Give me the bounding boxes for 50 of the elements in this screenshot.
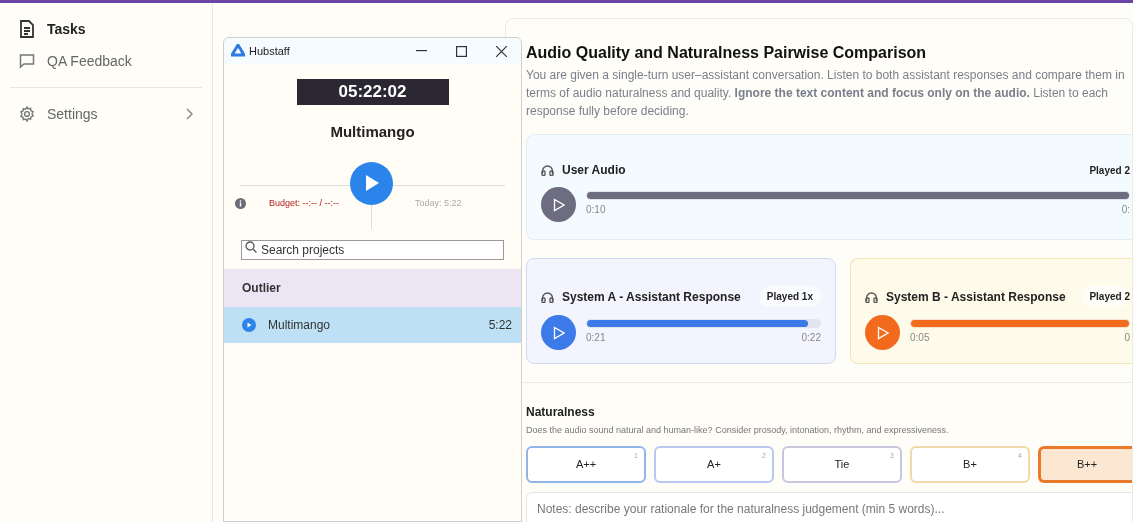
project-time: 5:22: [488, 316, 512, 334]
sidebar-item[interactable]: Settings: [8, 98, 204, 130]
elapsed-time: 0:05: [910, 331, 930, 345]
notes-field[interactable]: Notes: describe your rationale for the naturalness judgement (min 5 words)...: [526, 491, 1132, 522]
section-title: Naturalness: [526, 404, 596, 421]
audio-label: User Audio: [562, 162, 627, 179]
timer-display: 05:22:02: [296, 79, 449, 105]
play-icon: [552, 325, 565, 340]
play-icon: [242, 317, 256, 332]
sidebar-item[interactable]: QA Feedback: [8, 45, 204, 77]
play-count: Played 2: [1089, 163, 1130, 178]
today-time: Today: 5:22: [415, 196, 462, 210]
play-icon: [552, 197, 565, 212]
play-icon: [876, 325, 889, 340]
headphones-icon: [865, 290, 878, 303]
info-icon: [235, 197, 246, 209]
project-row[interactable]: Multimango 5:22: [224, 306, 521, 343]
audio-label: System B - Assistant Response: [886, 288, 1067, 306]
settings-icon: [19, 106, 35, 122]
play-button[interactable]: [541, 187, 576, 222]
task-title: Audio Quality and Naturalness Pairwise Comparison: [526, 43, 928, 63]
section-hint: Does the audio sound natural and human-like? Consider prosody, intonation, rhythm, and expressiveness.: [526, 424, 950, 437]
audio-label: System A - Assistant Response: [562, 288, 742, 306]
budget-text: Budget: --:-- / --:--: [269, 196, 339, 210]
search-field[interactable]: Search projects: [241, 239, 504, 260]
document-icon: [19, 20, 35, 38]
project-title: Multimango: [330, 122, 415, 142]
sidebar-item[interactable]: Tasks: [8, 13, 204, 45]
chevron-icon: [185, 108, 193, 120]
window-title: Hubstaff: [249, 43, 291, 59]
elapsed-time: 0:10: [586, 203, 606, 217]
headphones-icon: [541, 290, 554, 303]
task-description: You are given a single-turn user–assistant conversation. Listen to both assistant responses and compare them in terms of audio naturalness and quality. Ignore the text content and focus only on the audio. Listen to each response fully before deciding.: [526, 67, 1126, 120]
group-header: Outlier: [224, 268, 521, 307]
headphones-icon: [541, 164, 554, 176]
rating-button[interactable]: B++: [1038, 445, 1132, 483]
duration-time: 0: [1124, 331, 1130, 345]
play-count: Played 2: [1081, 286, 1130, 307]
logo-icon: [231, 44, 245, 58]
duration-time: 0:: [1121, 203, 1130, 217]
chat-icon: [19, 53, 35, 69]
play-button[interactable]: [865, 315, 900, 350]
play-count: Played 1x: [758, 286, 821, 307]
duration-time: 0:22: [801, 331, 821, 345]
project-name: Multimango: [268, 316, 332, 334]
play-button[interactable]: [350, 161, 393, 205]
play-button[interactable]: [541, 315, 576, 350]
elapsed-time: 0:21: [586, 331, 606, 345]
play-icon: [363, 174, 380, 192]
search-icon: [245, 240, 257, 253]
